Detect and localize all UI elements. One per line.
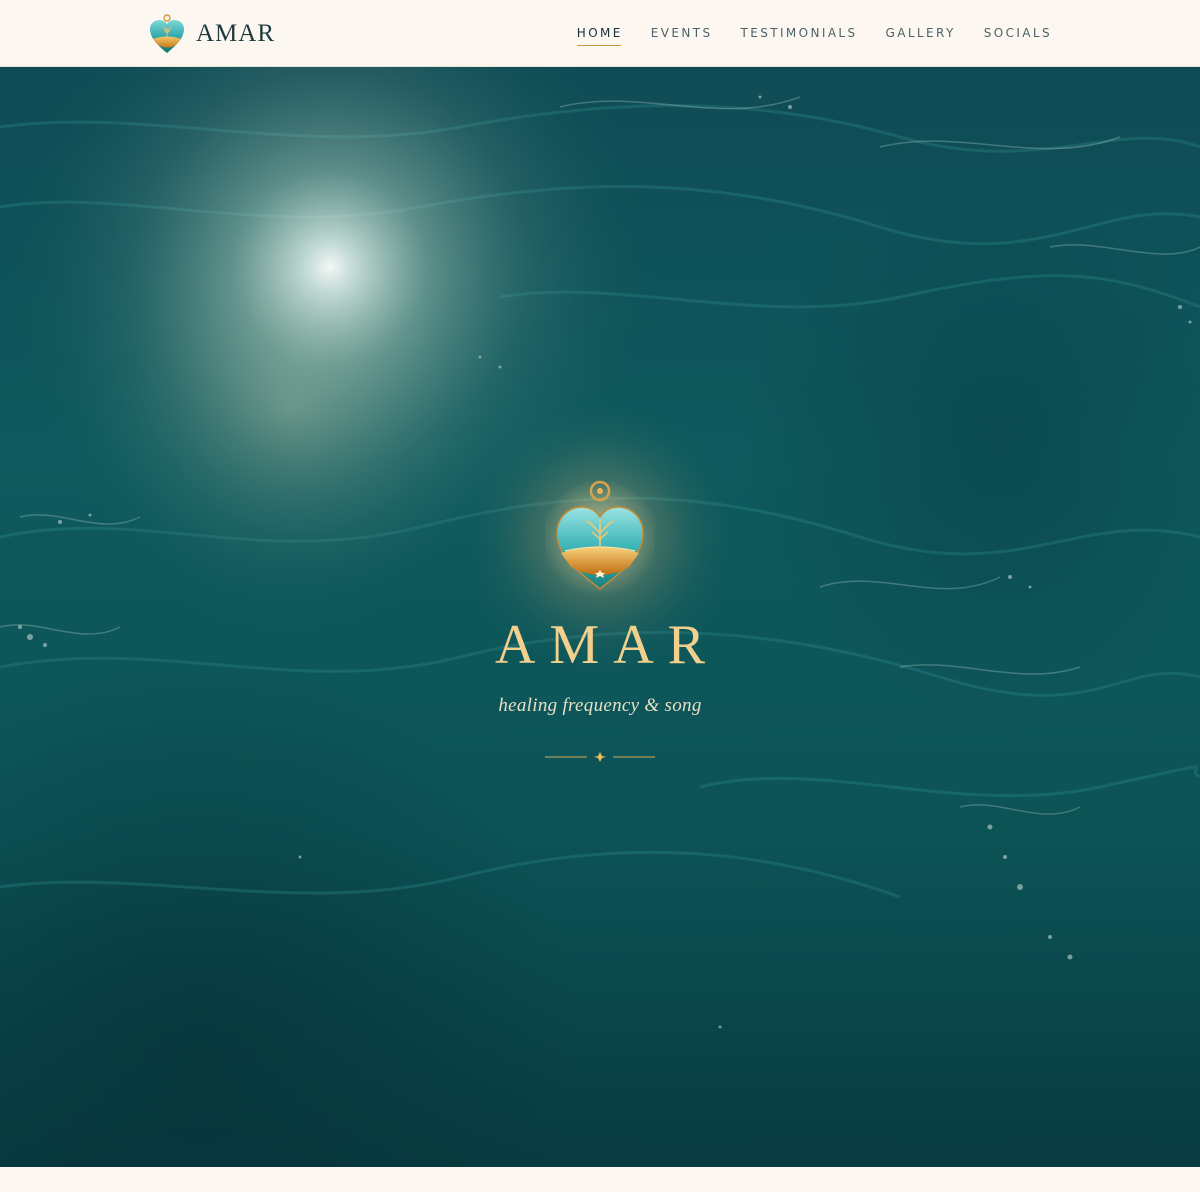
brand-name: AMAR bbox=[196, 20, 276, 47]
brand-home-link[interactable]: AMAR bbox=[148, 12, 275, 56]
site-header: AMAR HOME EVENTS TESTIMONIALS GALLERY SO… bbox=[0, 0, 1200, 67]
nav-events[interactable]: EVENTS bbox=[651, 22, 713, 46]
main-nav: HOME EVENTS TESTIMONIALS GALLERY SOCIALS bbox=[549, 0, 1052, 67]
nav-socials[interactable]: SOCIALS bbox=[984, 22, 1052, 46]
page-bottom-strip bbox=[0, 1167, 1200, 1192]
sparkle-divider-icon bbox=[545, 751, 655, 763]
hero-content: AMAR healing frequency & song bbox=[0, 477, 1200, 763]
heart-tree-logo-icon bbox=[150, 14, 184, 53]
nav-testimonials[interactable]: TESTIMONIALS bbox=[741, 22, 858, 46]
nav-home[interactable]: HOME bbox=[576, 22, 623, 46]
hero-title: AMAR bbox=[494, 614, 720, 676]
hero-section: AMAR healing frequency & song bbox=[0, 67, 1200, 1167]
hero-tagline: healing frequency & song bbox=[498, 695, 702, 716]
heart-locket-tree-icon bbox=[545, 480, 655, 597]
nav-gallery[interactable]: GALLERY bbox=[886, 22, 956, 46]
